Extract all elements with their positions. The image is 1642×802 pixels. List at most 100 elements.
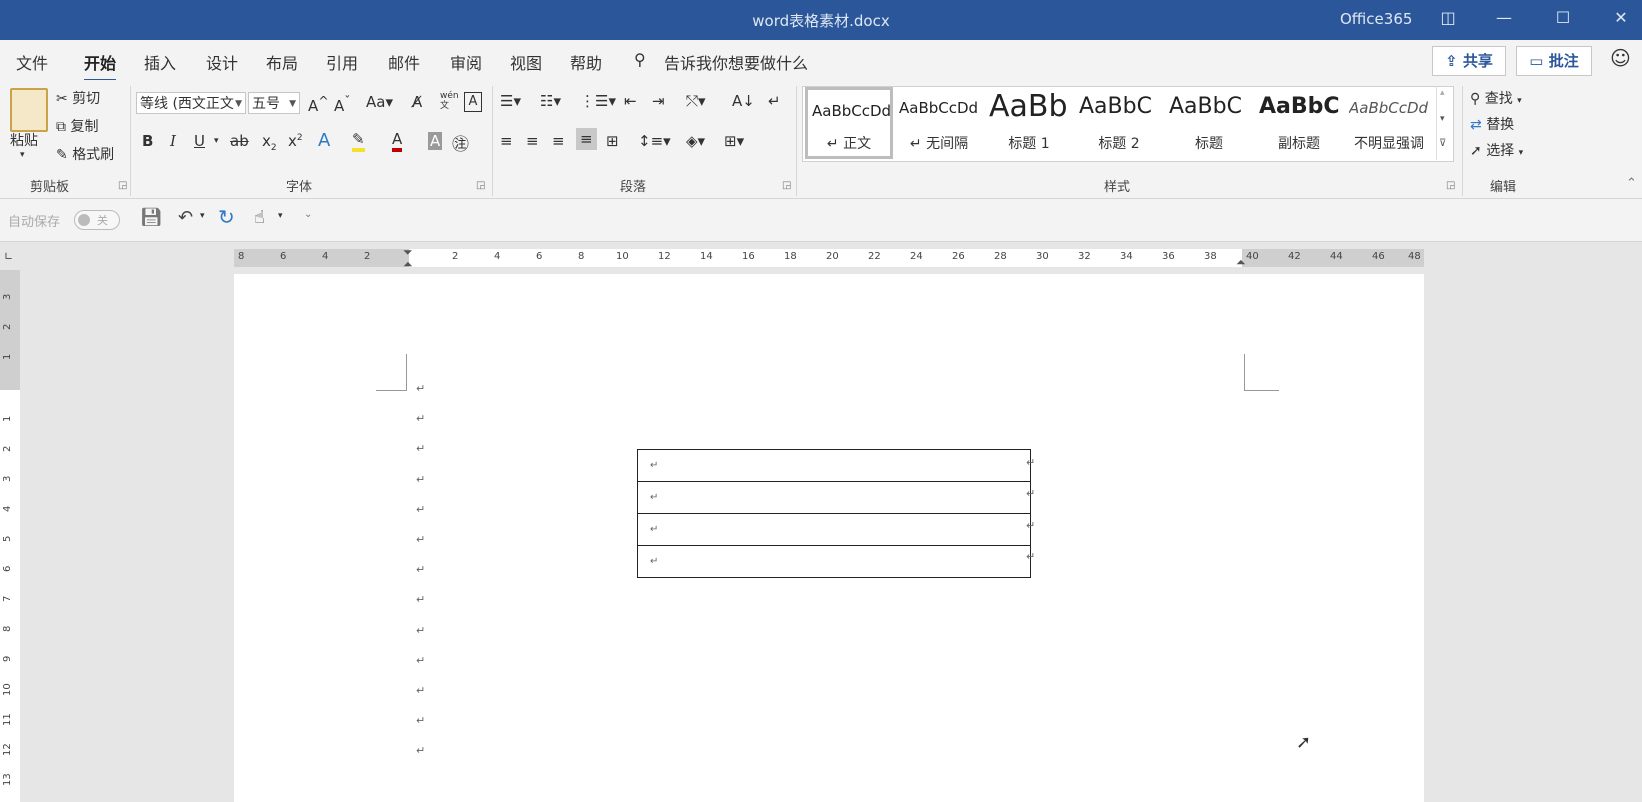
- decrease-indent-icon[interactable]: ⇤: [624, 92, 637, 110]
- borders-icon[interactable]: ⊞▾: [724, 132, 744, 150]
- character-border-icon[interactable]: A: [464, 92, 482, 112]
- undo-icon[interactable]: ↶: [178, 207, 193, 228]
- tab-insert[interactable]: 插入: [144, 50, 176, 74]
- align-center-icon[interactable]: ≡: [526, 132, 539, 150]
- tab-home[interactable]: 开始: [84, 50, 117, 82]
- underline-dropdown-icon[interactable]: ▾: [214, 136, 219, 146]
- paragraph-launcher-icon[interactable]: ◲: [782, 180, 791, 191]
- font-launcher-icon[interactable]: ◲: [476, 180, 485, 191]
- undo-dropdown-icon[interactable]: ▾: [200, 211, 205, 221]
- touch-dropdown-icon[interactable]: ▾: [278, 211, 283, 221]
- tab-selector-icon[interactable]: ∟: [4, 250, 13, 263]
- tab-view[interactable]: 视图: [510, 50, 542, 74]
- lightbulb-search-icon[interactable]: ⚲: [634, 50, 646, 69]
- find-button[interactable]: ⚲ 查找 ▾: [1470, 88, 1522, 108]
- copy-button[interactable]: ⧉ 复制: [56, 116, 98, 136]
- horizontal-ruler[interactable]: 8 6 4 2 2 4 6 8 10 12 14 16 18 20 22 24 …: [234, 245, 1424, 271]
- tab-mailings[interactable]: 邮件: [388, 50, 420, 74]
- bold-icon[interactable]: B: [142, 132, 153, 150]
- table-cell[interactable]: ↵: [637, 545, 1031, 578]
- shrink-font-icon[interactable]: Aˇ: [334, 93, 351, 115]
- style-subtle-emphasis[interactable]: AaBbCcDd 不明显强调: [1345, 87, 1433, 159]
- italic-icon[interactable]: I: [170, 132, 176, 150]
- vertical-ruler[interactable]: 3 2 1 1 2 3 4 5 6 7 8 9 10 11 12 13: [0, 270, 20, 802]
- underline-icon[interactable]: U: [194, 132, 205, 150]
- ribbon-display-options-icon[interactable]: ◫: [1434, 8, 1462, 32]
- feedback-smiley-icon[interactable]: ☺: [1610, 46, 1631, 70]
- tab-references[interactable]: 引用: [326, 50, 358, 74]
- grow-font-icon[interactable]: A^: [308, 93, 329, 115]
- touch-mode-icon[interactable]: ☝: [254, 207, 265, 228]
- tab-file[interactable]: 文件: [16, 50, 48, 74]
- customize-qat-icon[interactable]: ⌄: [304, 209, 312, 220]
- style-heading-2[interactable]: AaBbC 标题 2: [1075, 87, 1163, 159]
- replace-button[interactable]: ⇄ 替换: [1470, 114, 1514, 134]
- tab-help[interactable]: 帮助: [570, 50, 602, 74]
- tab-design[interactable]: 设计: [206, 50, 238, 74]
- clipboard-launcher-icon[interactable]: ◲: [118, 180, 127, 191]
- style-subtitle[interactable]: AaBbC 副标题: [1255, 87, 1343, 159]
- font-name-combo[interactable]: 等线 (西文正文 ▼: [136, 92, 246, 114]
- close-icon[interactable]: ✕: [1607, 8, 1635, 32]
- numbering-icon[interactable]: ☷▾: [540, 92, 561, 110]
- font-color-icon[interactable]: A: [392, 130, 403, 152]
- sort-icon[interactable]: A↓: [732, 92, 755, 110]
- format-painter-button[interactable]: ✎ 格式刷: [56, 144, 114, 164]
- justify-icon[interactable]: ≡: [576, 128, 597, 150]
- styles-launcher-icon[interactable]: ◲: [1446, 180, 1455, 191]
- highlight-icon[interactable]: ✎: [352, 130, 365, 152]
- autosave-toggle[interactable]: 关: [74, 210, 120, 230]
- line-spacing-icon[interactable]: ↕≡▾: [638, 132, 671, 150]
- document-table[interactable]: ↵ ↵ ↵ ↵: [637, 449, 1031, 578]
- style-title[interactable]: AaBbC 标题: [1165, 87, 1253, 159]
- clear-formatting-icon[interactable]: A̸: [412, 93, 422, 111]
- text-effects-icon[interactable]: A: [318, 130, 330, 151]
- character-shading-icon[interactable]: A: [428, 132, 443, 150]
- tab-review[interactable]: 审阅: [450, 50, 482, 74]
- align-right-icon[interactable]: ≡: [552, 132, 565, 150]
- phonetic-guide-icon[interactable]: wén 文: [440, 91, 459, 111]
- subscript-icon[interactable]: x2: [262, 132, 277, 153]
- paste-button[interactable]: 粘贴: [10, 130, 38, 150]
- select-button[interactable]: ➚ 选择 ▾: [1470, 140, 1523, 160]
- strikethrough-icon[interactable]: ab: [230, 132, 249, 150]
- comment-button[interactable]: ▭ 批注: [1516, 46, 1592, 76]
- hanging-indent-marker-icon[interactable]: ⏶: [403, 257, 413, 272]
- maximize-icon[interactable]: ☐: [1549, 8, 1577, 32]
- gallery-up-icon[interactable]: ▴: [1440, 88, 1445, 98]
- shading-icon[interactable]: ◈▾: [686, 132, 705, 150]
- collapse-ribbon-icon[interactable]: ⌃: [1626, 176, 1637, 191]
- increase-indent-icon[interactable]: ⇥: [652, 92, 665, 110]
- redo-icon[interactable]: ↻: [218, 205, 235, 229]
- tab-layout[interactable]: 布局: [266, 50, 298, 74]
- share-button[interactable]: ⇪ 共享: [1432, 46, 1506, 76]
- paste-clipboard-icon[interactable]: [10, 88, 48, 132]
- show-formatting-marks-icon[interactable]: ↵: [768, 92, 781, 110]
- font-size-combo[interactable]: 五号 ▼: [248, 92, 300, 114]
- group-divider: [796, 86, 797, 196]
- cut-button[interactable]: ✂ 剪切: [56, 88, 100, 108]
- style-no-spacing[interactable]: AaBbCcDd ↵ 无间隔: [895, 87, 983, 159]
- save-icon[interactable]: 💾︎: [140, 207, 163, 228]
- paste-dropdown-icon[interactable]: ▾: [20, 150, 25, 160]
- enclose-characters-icon[interactable]: ㊟: [452, 130, 469, 155]
- change-case-icon[interactable]: Aa▾: [366, 93, 393, 111]
- bullets-icon[interactable]: ☰▾: [500, 92, 521, 110]
- tell-me-box[interactable]: 告诉我你想要做什么: [664, 50, 808, 74]
- distributed-icon[interactable]: ⊞: [606, 132, 619, 150]
- gallery-more-icon[interactable]: ⊽: [1439, 138, 1446, 149]
- table-cell[interactable]: ↵: [637, 449, 1031, 482]
- multilevel-list-icon[interactable]: ⋮☰▾: [580, 92, 616, 110]
- superscript-icon[interactable]: x2: [288, 132, 303, 150]
- minimize-icon[interactable]: —: [1490, 8, 1518, 32]
- gallery-down-icon[interactable]: ▾: [1440, 114, 1445, 124]
- style-normal[interactable]: AaBbCcDd ↵ 正文: [805, 87, 893, 159]
- style-heading-1[interactable]: AaBb 标题 1: [985, 87, 1073, 159]
- align-left-icon[interactable]: ≡: [500, 132, 513, 150]
- chinese-layout-icon[interactable]: ⤲▾: [686, 92, 706, 110]
- document-page[interactable]: ↵ ↵ ↵ ↵ ↵ ↵ ↵ ↵ ↵ ↵ ↵ ↵ ↵ ↵ ↵ ↵ ↵ ↵ ↵ ↵ …: [234, 274, 1424, 802]
- table-cell[interactable]: ↵: [637, 513, 1031, 546]
- table-cell[interactable]: ↵: [637, 481, 1031, 514]
- account-name[interactable]: Office365: [1340, 10, 1412, 28]
- right-indent-marker-icon[interactable]: ⏶: [1236, 255, 1246, 270]
